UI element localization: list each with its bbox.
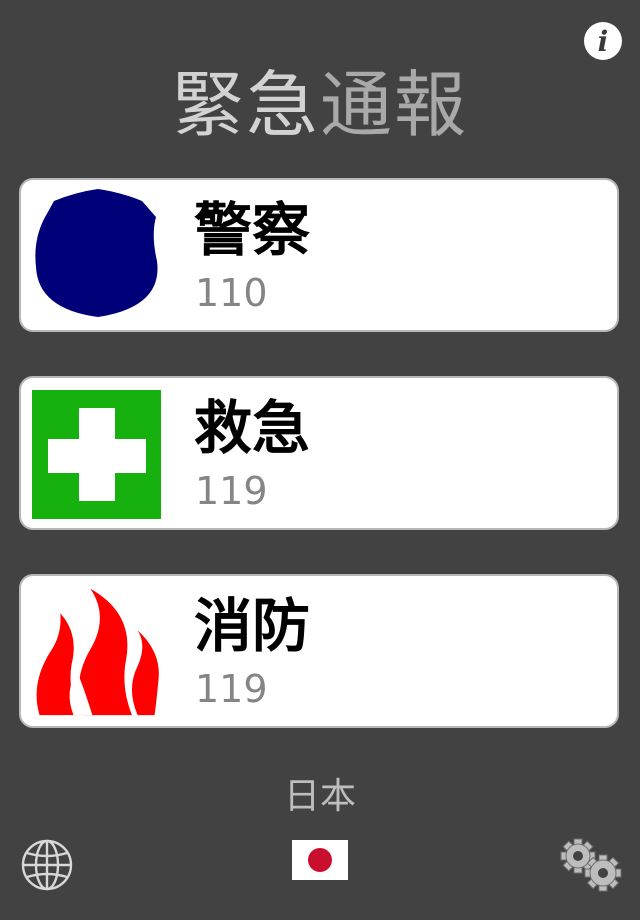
fire-label: 消防	[194, 592, 311, 660]
fire-call-button[interactable]: 消防 119	[19, 574, 619, 728]
first-aid-cross-icon	[32, 390, 161, 519]
info-icon: i	[598, 25, 609, 58]
title-part-1: 緊急	[171, 63, 320, 147]
fire-number: 119	[195, 667, 268, 711]
app-title: 緊急通報	[0, 60, 640, 150]
ambulance-call-button[interactable]: 救急 119	[19, 376, 619, 530]
title-part-2: 通報	[320, 63, 469, 147]
info-button[interactable]: i	[584, 22, 622, 60]
country-label: 日本	[283, 776, 356, 817]
police-badge-icon	[35, 189, 158, 317]
police-number: 110	[195, 271, 268, 315]
police-label: 警察	[194, 196, 311, 264]
ambulance-number: 119	[195, 469, 268, 513]
settings-button[interactable]	[558, 836, 624, 894]
globe-button[interactable]	[20, 838, 74, 892]
gears-icon	[560, 838, 622, 892]
fire-flame-icon	[36, 588, 159, 716]
japan-flag-icon[interactable]	[292, 840, 348, 880]
flag-sun-disc	[308, 848, 332, 872]
svg-text:i: i	[598, 25, 609, 58]
globe-icon	[21, 839, 73, 891]
ambulance-label: 救急	[194, 394, 311, 462]
police-call-button[interactable]: 警察 110	[19, 178, 619, 332]
